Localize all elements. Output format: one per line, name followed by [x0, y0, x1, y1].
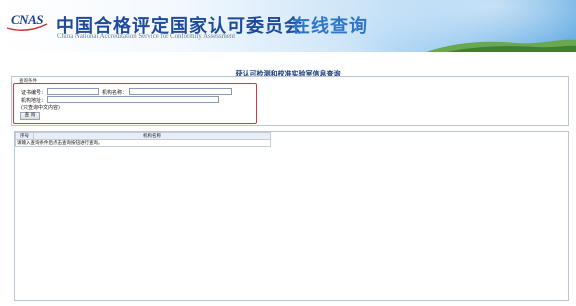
header-banner: CNAS 中国合格评定国家认可委员会 在线查询 China National A… [0, 0, 576, 52]
logo-text: CNAS [11, 12, 43, 27]
site-english-name: China National Accreditation Service for… [57, 33, 236, 40]
results-message: 请输入查询条件后点击查询按钮进行查询。 [15, 139, 271, 147]
results-header-row: 序号 机构名称 [15, 132, 271, 140]
table-row: 请输入查询条件后点击查询按钮进行查询。 [15, 139, 271, 147]
results-table: 序号 机构名称 请输入查询条件后点击查询按钮进行查询。 [15, 132, 271, 147]
column-header-org-name: 机构名称 [33, 132, 271, 140]
search-highlight-box [13, 83, 257, 124]
column-header-index: 序号 [15, 132, 34, 140]
site-subtitle: 在线查询 [292, 16, 368, 37]
results-panel [14, 131, 569, 301]
hills-decoration [426, 39, 576, 52]
cnas-logo: CNAS [5, 10, 49, 32]
